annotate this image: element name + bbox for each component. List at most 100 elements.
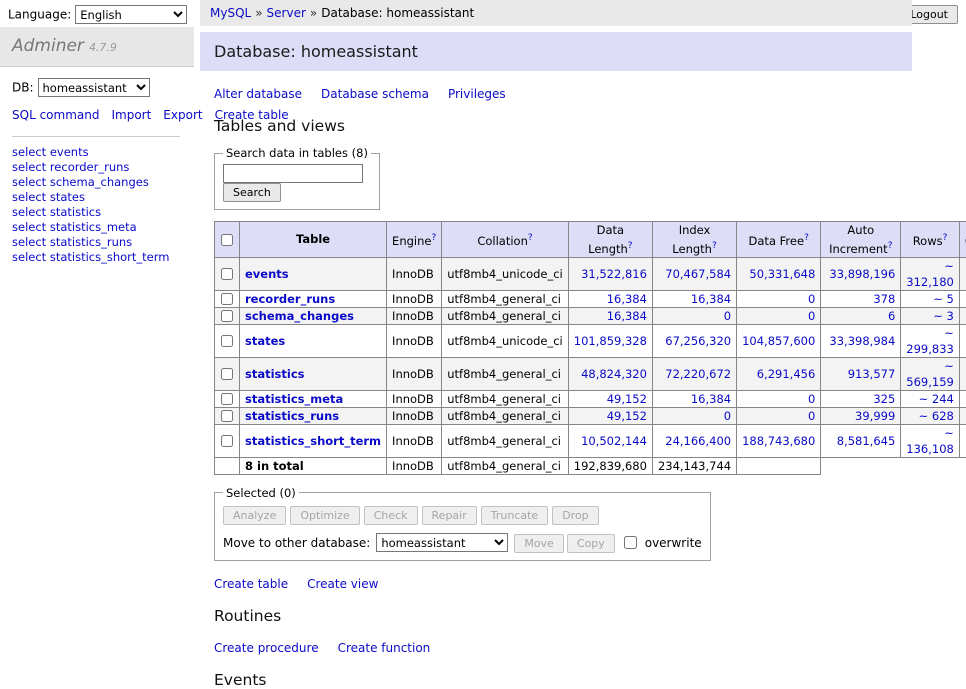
data-length-link-statistics-short-term[interactable]: 10,502,144 [581,434,647,448]
breadcrumb-current: Database: homeassistant [321,6,474,20]
create-table-link[interactable]: Create table [214,577,288,591]
rows-link-states[interactable]: ~ 299,833 [906,326,954,356]
truncate-button[interactable]: Truncate [481,506,548,525]
search-button[interactable]: Search [223,183,281,202]
check-button[interactable]: Check [364,506,418,525]
rows-link-events[interactable]: ~ 312,180 [906,259,954,289]
help-link-data-length[interactable]: ? [628,241,633,251]
help-link-collation[interactable]: ? [528,233,533,243]
sidebar-select-events[interactable]: select events [12,145,182,159]
engine-cell: InnoDB [387,307,442,324]
help-link-index-length[interactable]: ? [712,241,717,251]
data-free-link-statistics-meta[interactable]: 0 [808,392,815,406]
analyze-button[interactable]: Analyze [223,506,286,525]
repair-button[interactable]: Repair [422,506,477,525]
help-link-data-free[interactable]: ? [804,233,809,243]
sidebar-select-schema-changes[interactable]: select schema_changes [12,175,182,189]
table-link-events[interactable]: events [245,267,289,281]
sidebar-select-statistics-short-term[interactable]: select statistics_short_term [12,250,182,264]
index-length-link-statistics-short-term[interactable]: 24,166,400 [665,434,731,448]
data-length-link-states[interactable]: 101,859,328 [574,334,647,348]
auto-increment-link-events[interactable]: 33,898,196 [829,267,895,281]
create-function-link[interactable]: Create function [338,641,431,655]
row-checkbox-states[interactable] [221,335,233,347]
row-checkbox-statistics-runs[interactable] [221,410,233,422]
auto-increment-link-states[interactable]: 33,398,984 [829,334,895,348]
help-link-rows[interactable]: ? [943,233,948,243]
data-free-link-statistics[interactable]: 6,291,456 [757,367,816,381]
rows-link-recorder-runs[interactable]: ~ 5 [933,292,954,306]
auto-increment-link-recorder-runs[interactable]: 378 [873,292,895,306]
sidebar-link-import[interactable]: Import [111,108,151,122]
data-free-link-schema-changes[interactable]: 0 [808,309,815,323]
index-length-link-states[interactable]: 67,256,320 [665,334,731,348]
data-length-link-statistics[interactable]: 48,824,320 [581,367,647,381]
sidebar-select-statistics-meta[interactable]: select statistics_meta [12,220,182,234]
rows-link-statistics-runs[interactable]: ~ 628 [919,409,954,423]
sidebar-select-states[interactable]: select states [12,190,182,204]
move-button[interactable]: Move [514,534,564,553]
table-link-statistics[interactable]: statistics [245,367,305,381]
help-link-engine[interactable]: ? [431,233,436,243]
table-link-statistics-short-term[interactable]: statistics_short_term [245,434,381,448]
auto-increment-link-statistics-meta[interactable]: 325 [873,392,895,406]
select-all-checkbox[interactable] [221,234,233,246]
auto-increment-link-schema-changes[interactable]: 6 [888,309,895,323]
index-length-link-schema-changes[interactable]: 0 [724,309,731,323]
table-link-statistics-runs[interactable]: statistics_runs [245,409,339,423]
table-link-states[interactable]: states [245,334,285,348]
create-view-link[interactable]: Create view [307,577,378,591]
optimize-button[interactable]: Optimize [290,506,359,525]
table-link-statistics-meta[interactable]: statistics_meta [245,392,343,406]
row-checkbox-events[interactable] [221,268,233,280]
rows-link-statistics-short-term[interactable]: ~ 136,108 [906,426,954,456]
search-input[interactable] [223,164,363,183]
privileges-link[interactable]: Privileges [448,87,506,101]
alter-database-link[interactable]: Alter database [214,87,302,101]
rows-link-statistics-meta[interactable]: ~ 244 [919,392,954,406]
help-link-auto-increment[interactable]: ? [888,241,893,251]
data-free-link-states[interactable]: 104,857,600 [742,334,815,348]
row-checkbox-statistics-short-term[interactable] [221,435,233,447]
data-length-link-statistics-runs[interactable]: 49,152 [607,409,647,423]
db-select[interactable]: homeassistant [38,78,150,97]
overwrite-checkbox[interactable] [624,536,637,549]
index-length-link-statistics-meta[interactable]: 16,384 [691,392,731,406]
data-length-link-schema-changes[interactable]: 16,384 [607,309,647,323]
data-length-link-recorder-runs[interactable]: 16,384 [607,292,647,306]
database-schema-link[interactable]: Database schema [321,87,429,101]
row-checkbox-statistics[interactable] [221,368,233,380]
index-length-link-statistics[interactable]: 72,220,672 [665,367,731,381]
data-length-link-events[interactable]: 31,522,816 [581,267,647,281]
drop-button[interactable]: Drop [552,506,598,525]
language-select[interactable]: English [75,5,187,24]
rows-link-schema-changes[interactable]: ~ 3 [933,309,954,323]
auto-increment-link-statistics[interactable]: 913,577 [848,367,896,381]
breadcrumb-mysql-link[interactable]: MySQL [210,6,251,20]
table-link-recorder-runs[interactable]: recorder_runs [245,292,335,306]
index-length-link-statistics-runs[interactable]: 0 [724,409,731,423]
rows-link-statistics[interactable]: ~ 569,159 [906,359,954,389]
data-free-link-statistics-runs[interactable]: 0 [808,409,815,423]
auto-increment-link-statistics-short-term[interactable]: 8,581,645 [837,434,896,448]
breadcrumb-server-link[interactable]: Server [267,6,306,20]
sidebar-link-export[interactable]: Export [163,108,202,122]
index-length-link-recorder-runs[interactable]: 16,384 [691,292,731,306]
create-procedure-link[interactable]: Create procedure [214,641,319,655]
row-checkbox-schema-changes[interactable] [221,310,233,322]
sidebar-select-statistics-runs[interactable]: select statistics_runs [12,235,182,249]
table-link-schema-changes[interactable]: schema_changes [245,309,354,323]
data-free-link-events[interactable]: 50,331,648 [749,267,815,281]
data-free-link-statistics-short-term[interactable]: 188,743,680 [742,434,815,448]
index-length-cell: 16,384 [652,290,736,307]
index-length-link-events[interactable]: 70,467,584 [665,267,731,281]
row-checkbox-recorder-runs[interactable] [221,293,233,305]
row-checkbox-statistics-meta[interactable] [221,393,233,405]
sidebar-select-recorder-runs[interactable]: select recorder_runs [12,160,182,174]
auto-increment-link-statistics-runs[interactable]: 39,999 [855,409,895,423]
data-free-link-recorder-runs[interactable]: 0 [808,292,815,306]
sidebar-select-statistics[interactable]: select statistics [12,205,182,219]
copy-button[interactable]: Copy [567,534,615,553]
sidebar-link-sql-command[interactable]: SQL command [12,108,99,122]
data-length-link-statistics-meta[interactable]: 49,152 [607,392,647,406]
